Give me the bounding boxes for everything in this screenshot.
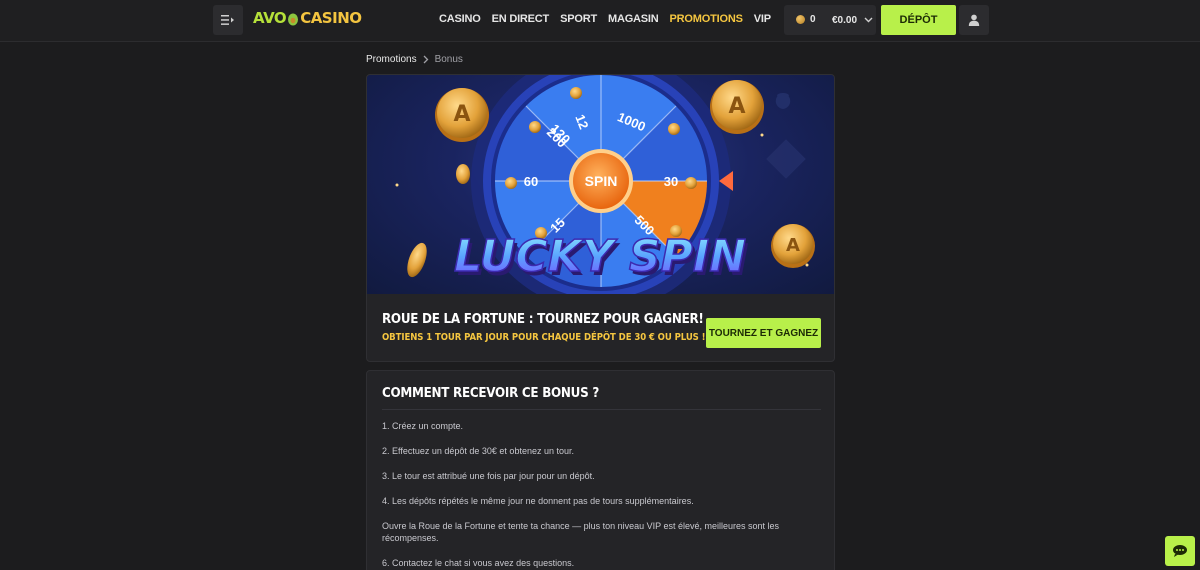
list-item: 1. Créez un compte. [382, 421, 464, 431]
balance-amount: €0.00 [832, 14, 858, 26]
nav-magasin[interactable]: MAGASIN [608, 13, 659, 25]
coin-icon [796, 15, 805, 24]
deposit-button[interactable]: DÉPÔT [881, 5, 956, 35]
divider [382, 409, 821, 410]
wheel-value: 30 [664, 174, 678, 189]
promo-title: ROUE DE LA FORTUNE : TOURNEZ POUR GAGNER… [382, 312, 704, 327]
bonus-info-card: COMMENT RECEVOIR CE BONUS ? 1. Créez un … [366, 370, 835, 570]
svg-text:A: A [728, 94, 745, 119]
breadcrumb-current: Bonus [434, 54, 463, 65]
user-account-button[interactable] [959, 5, 989, 35]
nav-sport[interactable]: SPORT [560, 13, 597, 25]
chat-icon [1173, 545, 1187, 557]
user-icon [968, 14, 980, 26]
coin-balance[interactable]: 0 [796, 14, 816, 25]
chevron-down-icon [864, 17, 873, 23]
chevron-right-icon [423, 55, 428, 64]
logo-text-casino: CASINO [300, 9, 362, 27]
balance-dropdown[interactable]: €0.00 [824, 5, 876, 35]
list-item: Ouvre la Roue de la Fortune et tente ta … [382, 521, 780, 543]
list-item: 2. Effectuez un dépôt de 30€ et obtenez … [382, 446, 574, 456]
promo-subtitle: OBTIENS 1 TOUR PAR JOUR POUR CHAQUE DÉPÔ… [382, 332, 706, 343]
logo-text-avo: AVO [253, 9, 287, 27]
svg-text:A: A [786, 235, 800, 256]
breadcrumb-promotions[interactable]: Promotions [366, 54, 417, 65]
wheel-value: 60 [524, 174, 538, 189]
top-header: AVO CASINO CASINO EN DIRECT SPORT MAGASI… [0, 0, 1200, 42]
menu-icon [221, 15, 234, 25]
spin-and-win-button[interactable]: TOURNEZ ET GAGNEZ [706, 318, 821, 348]
wheel-center-label: SPIN [585, 173, 618, 189]
site-logo[interactable]: AVO CASINO [253, 9, 362, 27]
list-item: 3. Le tour est attribué une fois par jou… [382, 471, 595, 481]
info-title: COMMENT RECEVOIR CE BONUS ? [382, 386, 600, 401]
nav-casino[interactable]: CASINO [439, 13, 481, 25]
nav-promotions[interactable]: PROMOTIONS [670, 13, 743, 25]
avocado-icon [288, 13, 299, 25]
list-item: 6. Contactez le chat si vous avez des qu… [382, 558, 575, 568]
bonus-steps-list: 1. Créez un compte. 2. Effectuez un dépô… [382, 420, 802, 570]
banner-title: LUCKY SPIN [454, 231, 746, 282]
live-chat-button[interactable] [1165, 536, 1195, 566]
coin-count: 0 [810, 14, 816, 25]
nav-en-direct[interactable]: EN DIRECT [492, 13, 550, 25]
menu-toggle-button[interactable] [213, 5, 243, 35]
svg-text:A: A [453, 102, 470, 127]
list-item: 4. Les dépôts répétés le même jour ne do… [382, 496, 694, 506]
nav-vip[interactable]: VIP [754, 13, 771, 25]
lucky-spin-banner: 1000 12 120 30 500 15 60 200 SPIN A A A … [367, 75, 834, 294]
promo-card: 1000 12 120 30 500 15 60 200 SPIN A A A … [366, 74, 835, 362]
main-nav: CASINO EN DIRECT SPORT MAGASIN PROMOTION… [439, 13, 782, 25]
breadcrumb: Promotions Bonus [366, 54, 463, 65]
lucky-spin-illustration: 1000 12 120 30 500 15 60 200 SPIN A A A … [395, 75, 815, 294]
